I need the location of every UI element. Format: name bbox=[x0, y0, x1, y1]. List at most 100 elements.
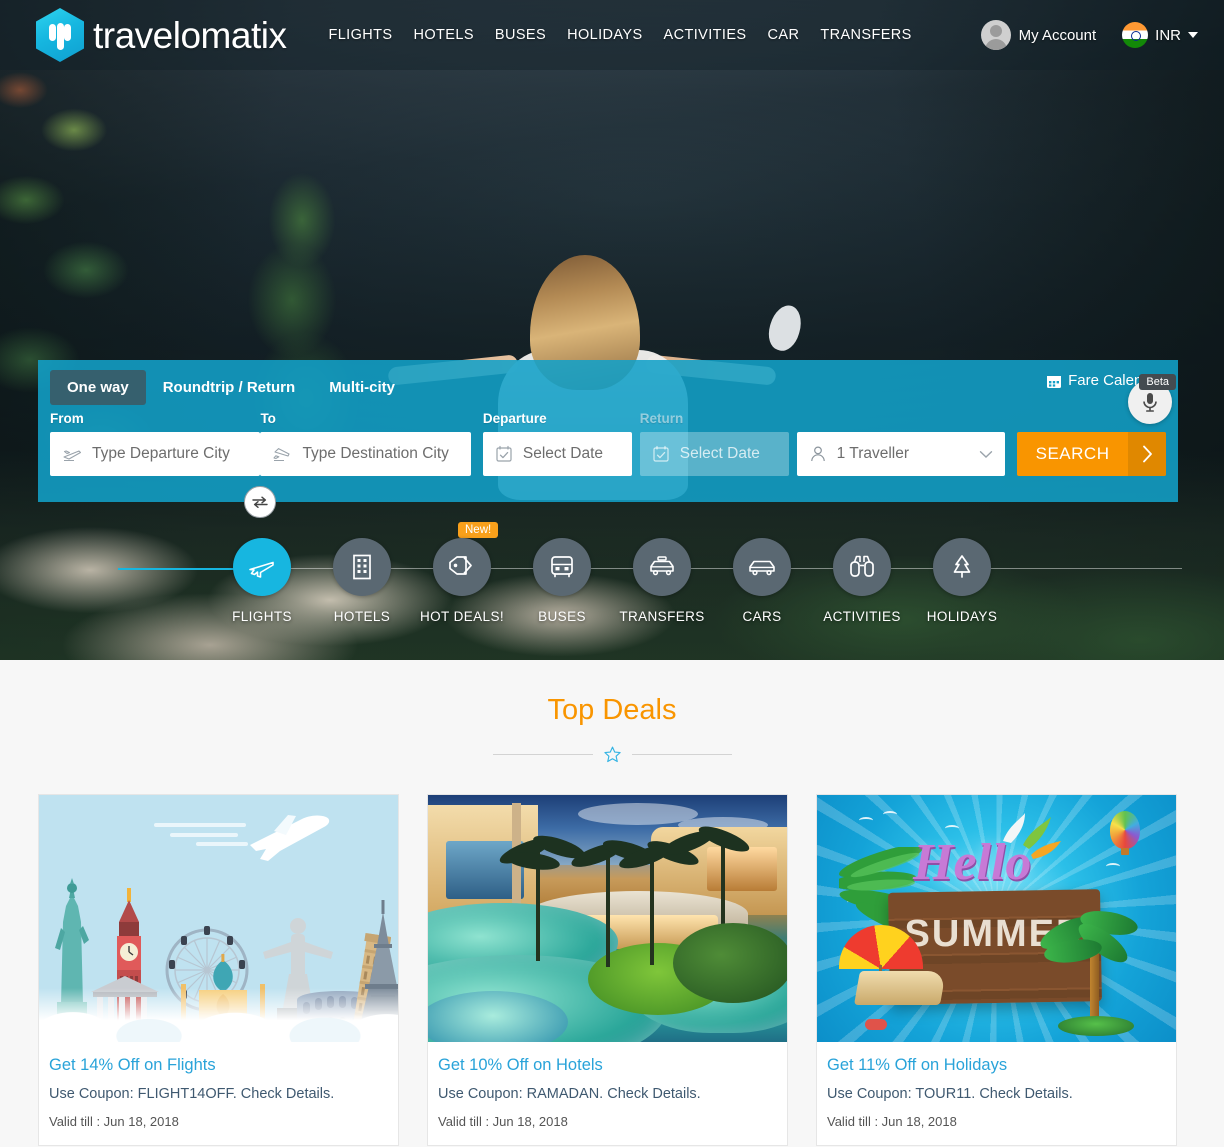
travellers-dropdown[interactable]: 1 Traveller bbox=[796, 432, 1006, 476]
bus-icon bbox=[533, 538, 591, 596]
nav-item-activities[interactable]: ACTIVITIES bbox=[664, 27, 747, 43]
return-field: Return Select Date bbox=[639, 411, 789, 476]
swap-arrows-icon bbox=[252, 496, 269, 508]
nav-item-hotels[interactable]: HOTELS bbox=[413, 27, 473, 43]
airplane-icon bbox=[233, 538, 291, 596]
search-button[interactable]: SEARCH bbox=[1017, 432, 1166, 476]
to-label: To bbox=[260, 411, 276, 426]
hot-air-balloon bbox=[1110, 811, 1140, 849]
tree-icon bbox=[933, 538, 991, 596]
deal-title[interactable]: Get 14% Off on Flights bbox=[49, 1056, 388, 1075]
flight-search-widget: Fare Calendar Beta One way Roundtrip / R… bbox=[38, 360, 1178, 518]
departure-date-input[interactable]: Select Date bbox=[482, 432, 632, 476]
nav-item-transfers[interactable]: TRANSFERS bbox=[820, 27, 911, 43]
top-deals-title: Top Deals bbox=[547, 694, 677, 726]
category-label: ACTIVITIES bbox=[823, 609, 901, 624]
return-placeholder: Select Date bbox=[679, 445, 760, 462]
trip-type-tabs: One way Roundtrip / Return Multi-city bbox=[38, 360, 1178, 405]
category-hotels[interactable]: HOTELS bbox=[332, 538, 392, 624]
deal-validity: Valid till : Jun 18, 2018 bbox=[827, 1114, 957, 1129]
deal-subtitle: Use Coupon: FLIGHT14OFF. Check Details. bbox=[49, 1086, 335, 1102]
hero-banner: travelomatix FLIGHTS HOTELS BUSES HOLIDA… bbox=[0, 0, 1224, 660]
from-label: From bbox=[50, 411, 84, 426]
calendar-icon bbox=[1047, 375, 1062, 388]
category-label: CARS bbox=[742, 609, 782, 624]
category-label: HOTELS bbox=[333, 609, 391, 624]
travellers-field: 1 Traveller bbox=[796, 411, 1006, 476]
category-cars[interactable]: CARS bbox=[732, 538, 792, 624]
category-label: BUSES bbox=[538, 609, 586, 624]
plane-departure-icon bbox=[63, 450, 82, 462]
building-icon bbox=[333, 538, 391, 596]
tab-one-way[interactable]: One way bbox=[50, 370, 146, 405]
departure-placeholder: Select Date bbox=[522, 445, 604, 462]
person-icon bbox=[810, 446, 825, 462]
logo-text: travelomatix bbox=[93, 14, 287, 56]
logo[interactable]: travelomatix bbox=[36, 8, 287, 62]
to-input[interactable]: Type Destination City bbox=[260, 432, 471, 476]
deal-card[interactable]: Hello SUMMER Get 11% Off on Holidays Use… bbox=[816, 794, 1177, 1146]
nav-item-car[interactable]: CAR bbox=[768, 27, 800, 43]
travelomatix-hex-logo-icon bbox=[36, 8, 84, 62]
india-flag-icon bbox=[1122, 22, 1149, 48]
deal-title[interactable]: Get 10% Off on Hotels bbox=[438, 1056, 777, 1075]
tab-roundtrip[interactable]: Roundtrip / Return bbox=[146, 370, 312, 405]
taxi-icon bbox=[633, 538, 691, 596]
category-label: HOT DEALS! bbox=[419, 609, 505, 624]
nav-item-flights[interactable]: FLIGHTS bbox=[328, 27, 392, 43]
chevron-down-icon bbox=[1188, 32, 1198, 38]
palm-tree bbox=[1036, 902, 1142, 1036]
to-placeholder: Type Destination City bbox=[302, 445, 449, 462]
deal-card[interactable]: Get 10% Off on Hotels Use Coupon: RAMADA… bbox=[427, 794, 788, 1146]
travellers-value: 1 Traveller bbox=[836, 445, 910, 462]
currency-selector[interactable]: INR bbox=[1122, 22, 1198, 48]
tags-icon bbox=[433, 538, 491, 596]
category-flights[interactable]: FLIGHTS bbox=[232, 538, 292, 624]
hello-summer-beach-banner: Hello SUMMER bbox=[817, 795, 1176, 1042]
category-transfers[interactable]: TRANSFERS bbox=[619, 538, 704, 624]
tab-multi-city[interactable]: Multi-city bbox=[312, 370, 412, 405]
site-header: travelomatix FLIGHTS HOTELS BUSES HOLIDA… bbox=[0, 0, 1224, 70]
from-input[interactable]: Type Departure City bbox=[50, 432, 261, 476]
user-avatar-icon bbox=[980, 20, 1011, 50]
calendar-check-icon bbox=[496, 445, 512, 462]
airplane-illustration-icon bbox=[250, 815, 330, 861]
category-hot-deals[interactable]: New! HOT DEALS! bbox=[420, 522, 504, 624]
category-holidays[interactable]: HOLIDAYS bbox=[927, 538, 997, 624]
category-label: TRANSFERS bbox=[619, 609, 705, 624]
plane-arrival-icon bbox=[273, 448, 290, 462]
microphone-icon bbox=[1143, 393, 1157, 412]
deal-title[interactable]: Get 11% Off on Holidays bbox=[827, 1056, 1166, 1075]
deal-cards: Get 14% Off on Flights Use Coupon: FLIGH… bbox=[0, 764, 1224, 1146]
car-icon bbox=[733, 538, 791, 596]
return-date-input[interactable]: Select Date bbox=[639, 432, 789, 476]
beta-badge: Beta bbox=[1139, 374, 1176, 390]
return-label: Return bbox=[639, 411, 684, 426]
nav-item-holidays[interactable]: HOLIDAYS bbox=[567, 27, 642, 43]
deal-validity: Valid till : Jun 18, 2018 bbox=[49, 1114, 179, 1129]
category-buses[interactable]: BUSES bbox=[532, 538, 592, 624]
deal-subtitle: Use Coupon: TOUR11. Check Details. bbox=[827, 1086, 1073, 1102]
chevron-down-icon bbox=[979, 450, 993, 458]
travellers-spacer-label bbox=[797, 411, 1005, 426]
my-account-label: My Account bbox=[1018, 26, 1097, 44]
deal-card[interactable]: Get 14% Off on Flights Use Coupon: FLIGH… bbox=[38, 794, 399, 1146]
main-navigation: FLIGHTS HOTELS BUSES HOLIDAYS ACTIVITIES… bbox=[328, 27, 911, 43]
category-label: FLIGHTS bbox=[232, 609, 292, 624]
beach-lounger bbox=[854, 971, 946, 1005]
binoculars-icon bbox=[833, 538, 891, 596]
deal-validity: Valid till : Jun 18, 2018 bbox=[438, 1114, 568, 1129]
category-activities[interactable]: ACTIVITIES bbox=[823, 538, 900, 624]
departure-field: Departure Select Date bbox=[482, 411, 632, 476]
my-account-button[interactable]: My Account bbox=[980, 20, 1097, 50]
hello-script-text: Hello bbox=[913, 834, 1032, 891]
luxury-resort-pool-photo bbox=[428, 795, 787, 1042]
from-placeholder: Type Departure City bbox=[92, 445, 230, 462]
calendar-check-icon bbox=[653, 445, 669, 462]
to-field: To Type Destination City bbox=[260, 411, 471, 476]
world-landmarks-airplane-illustration bbox=[39, 795, 398, 1042]
star-outline-icon bbox=[603, 745, 622, 764]
chevron-right-icon bbox=[1128, 432, 1166, 476]
nav-item-buses[interactable]: BUSES bbox=[495, 27, 546, 43]
new-badge: New! bbox=[458, 522, 499, 538]
